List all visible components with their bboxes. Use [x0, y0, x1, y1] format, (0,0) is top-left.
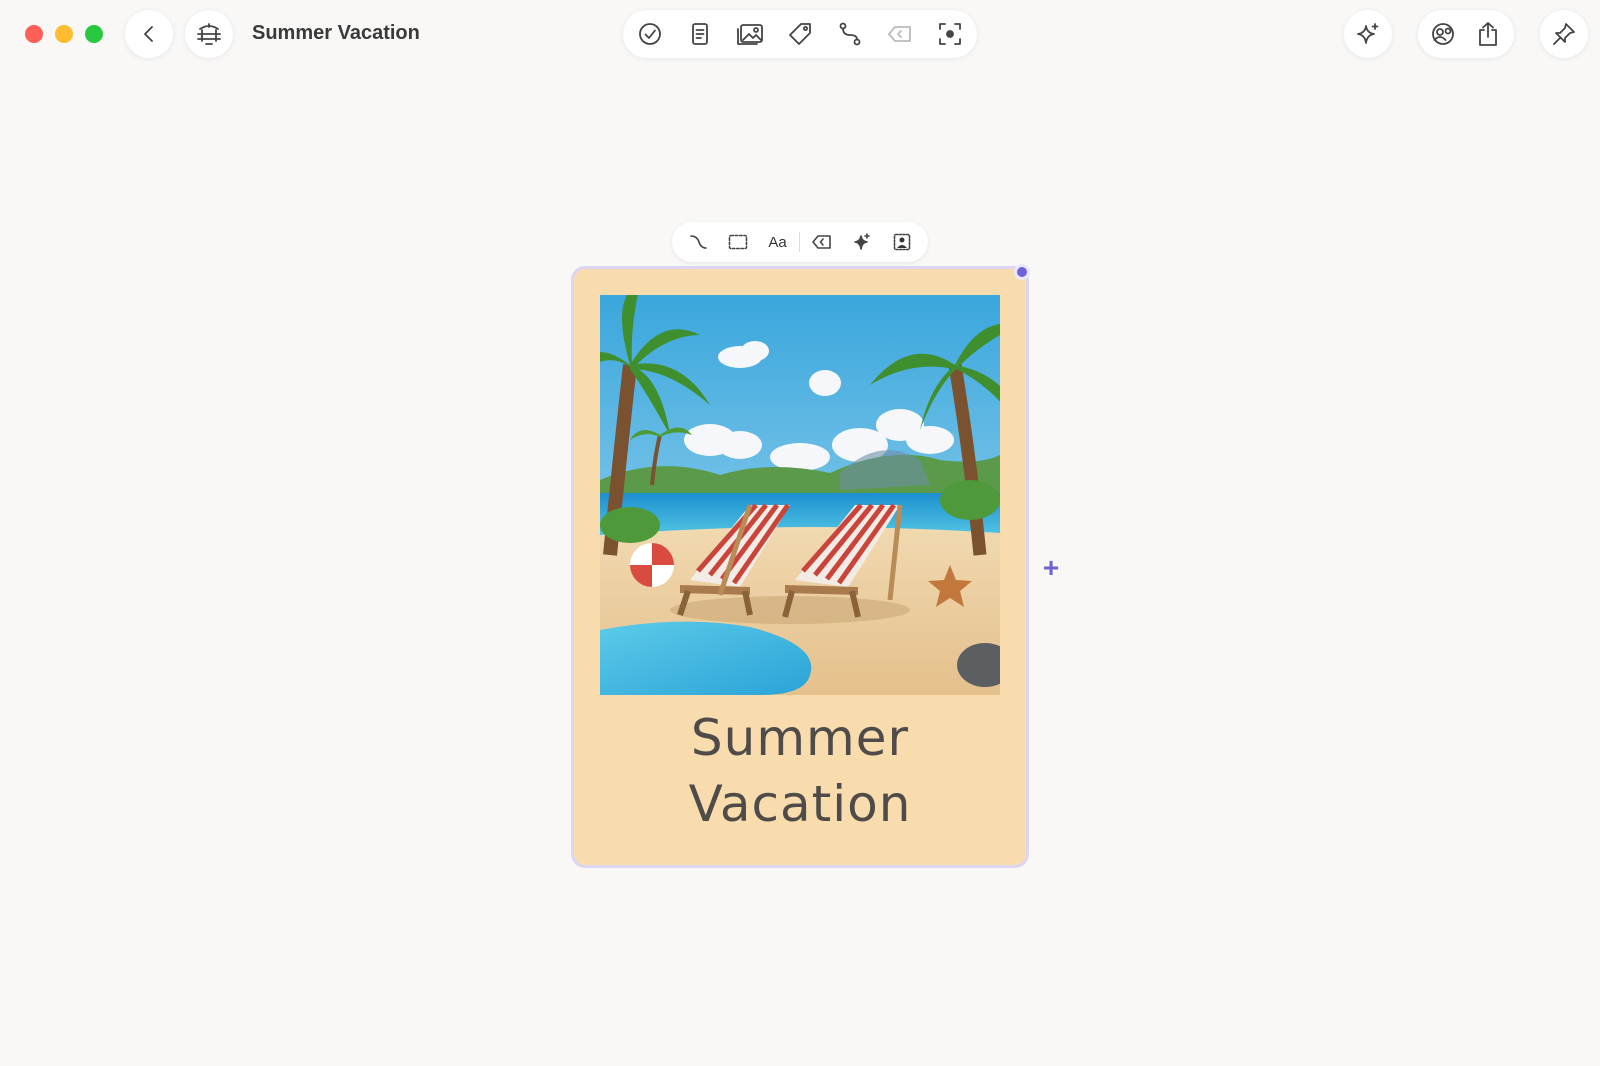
- sparkle-icon: [854, 233, 871, 250]
- pin-button[interactable]: [1540, 10, 1588, 58]
- focus-tool-button[interactable]: [925, 10, 975, 58]
- card-connector-button[interactable]: [678, 222, 718, 262]
- app-window: Summer Vacation Aa + Summer Vacation: [0, 0, 1600, 1066]
- share-group: [1418, 10, 1514, 58]
- tag-icon: [789, 23, 811, 45]
- people-icon: [1432, 23, 1454, 45]
- chevron-left-icon: [144, 26, 153, 42]
- person-cutout-icon: [893, 233, 911, 251]
- minimize-window-button[interactable]: [55, 25, 73, 43]
- board-button[interactable]: [185, 10, 233, 58]
- window-controls: [25, 25, 103, 43]
- image-tool-button[interactable]: [725, 10, 775, 58]
- card-toolbar: Aa: [672, 222, 928, 262]
- check-circle-icon: [639, 23, 661, 45]
- ai-assistant-button[interactable]: [1344, 10, 1392, 58]
- add-connection-button[interactable]: +: [1036, 552, 1066, 583]
- label-tag-icon: [888, 26, 911, 42]
- label-tool-button[interactable]: [875, 10, 925, 58]
- back-button[interactable]: [125, 10, 173, 58]
- card-frame-button[interactable]: [718, 222, 758, 262]
- beach-scene-image: [600, 295, 1000, 695]
- sparkle-icon: [1357, 23, 1379, 44]
- connector-icon: [839, 22, 861, 46]
- zoom-window-button[interactable]: [85, 25, 103, 43]
- note-icon: [692, 23, 708, 45]
- board-title: Summer Vacation: [252, 22, 420, 44]
- close-window-button[interactable]: [25, 25, 43, 43]
- card-resize-handle[interactable]: [1014, 264, 1030, 280]
- connector-tool-button[interactable]: [825, 10, 875, 58]
- beach-illustration: [600, 295, 1000, 695]
- card-remove-background-button[interactable]: [882, 222, 922, 262]
- note-tool-button[interactable]: [675, 10, 725, 58]
- image-icon: [737, 24, 763, 45]
- checklist-tool-button[interactable]: [625, 10, 675, 58]
- card-title-line-2: Vacation: [688, 775, 912, 833]
- curve-icon: [690, 235, 707, 249]
- tag-tool-button[interactable]: [775, 10, 825, 58]
- focus-icon: [939, 23, 961, 45]
- collaborators-button[interactable]: [1422, 10, 1466, 58]
- main-toolbar: [623, 10, 977, 58]
- dashed-rect-icon: [728, 234, 748, 250]
- label-tag-icon: [812, 235, 832, 249]
- toolbar-divider: [799, 232, 801, 252]
- share-button[interactable]: [1466, 10, 1510, 58]
- share-icon: [1479, 22, 1497, 46]
- pin-icon: [1553, 23, 1575, 45]
- card-text-button[interactable]: Aa: [758, 222, 798, 262]
- card-label-button[interactable]: [802, 222, 842, 262]
- card-title[interactable]: Summer Vacation: [600, 705, 1000, 837]
- board-icon: [197, 23, 221, 45]
- card-ai-button[interactable]: [842, 222, 882, 262]
- card-title-line-1: Summer: [690, 709, 910, 767]
